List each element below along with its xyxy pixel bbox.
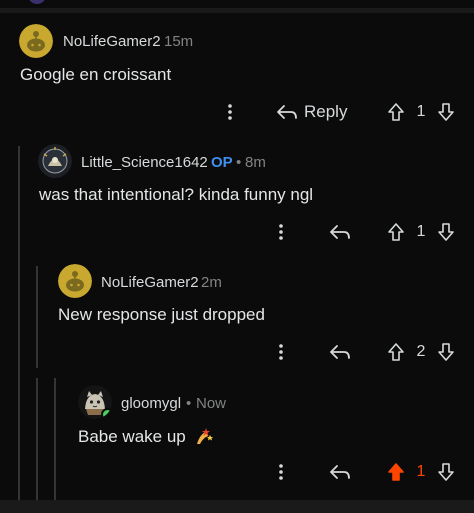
- comment-text-content: Babe wake up: [78, 427, 186, 446]
- bottom-divider: [0, 500, 474, 513]
- more-options-button[interactable]: [269, 460, 293, 484]
- downvote-button[interactable]: [434, 460, 458, 484]
- comment-author[interactable]: gloomygl: [121, 395, 181, 412]
- online-indicator: [101, 408, 112, 419]
- reply-button[interactable]: [327, 459, 353, 485]
- vote-count: 1: [416, 463, 426, 480]
- meta-separator: •: [186, 395, 192, 412]
- reply-arrow-icon: [330, 465, 350, 479]
- comment-time: Now: [196, 395, 227, 412]
- sparkle-emoji-icon: [194, 426, 214, 446]
- comment-text: Babe wake up: [78, 426, 214, 447]
- more-vertical-icon: [279, 464, 283, 480]
- downvote-icon: [438, 463, 454, 481]
- upvote-button-active[interactable]: [384, 460, 408, 484]
- upvote-icon: [388, 463, 404, 481]
- user-avatar[interactable]: [78, 385, 112, 419]
- comment-4: gloomygl • Now Babe wake up 1: [0, 0, 474, 495]
